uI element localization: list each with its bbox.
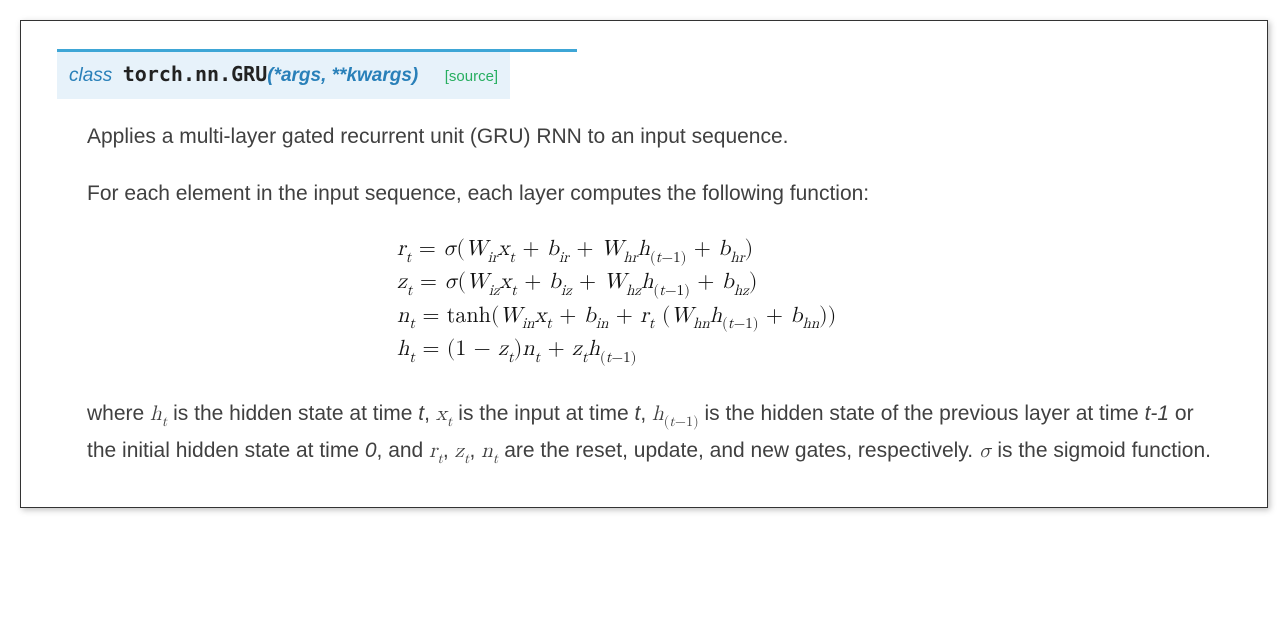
var-nt: nt bbox=[481, 441, 498, 462]
class-keyword: class bbox=[69, 65, 112, 86]
equation-nt: nt = tanh(Winxt + bin + rt (Whnh(t−1) + … bbox=[87, 303, 1211, 332]
desc-txt8: , and bbox=[377, 439, 430, 462]
desc-comma2: , bbox=[469, 439, 481, 462]
desc-txt10: is the sigmoid function. bbox=[992, 439, 1211, 462]
equation-block: rt = σ(Wirxt + bir + Whrh(t−1) + bhr) zt… bbox=[87, 236, 1211, 366]
time-tminus1: t-1 bbox=[1145, 402, 1170, 425]
desc-txt6: is the hidden state of the previous laye… bbox=[699, 402, 1145, 425]
qualified-name: torch.nn.GRU bbox=[123, 62, 268, 86]
var-ht: ht bbox=[150, 404, 167, 425]
intro-paragraph: Applies a multi-layer gated recurrent un… bbox=[87, 121, 1211, 154]
desc-txt4: is the input at time bbox=[452, 402, 634, 425]
equation-zt: zt = σ(Wizxt + biz + Whzh(t−1) + bhz) bbox=[87, 269, 1211, 298]
var-xt: xt bbox=[436, 404, 453, 425]
lead-paragraph: For each element in the input sequence, … bbox=[87, 178, 1211, 211]
time-zero: 0 bbox=[365, 439, 377, 462]
desc-comma1: , bbox=[443, 439, 455, 462]
source-link[interactable]: [source] bbox=[445, 68, 498, 85]
equation-ht: ht = (1 − zt)nt + zth(t−1) bbox=[87, 336, 1211, 365]
desc-txt9: are the reset, update, and new gates, re… bbox=[498, 439, 979, 462]
doc-body: Applies a multi-layer gated recurrent un… bbox=[57, 121, 1231, 471]
var-rt: rt bbox=[429, 441, 443, 462]
class-signature: class torch.nn.GRU(*args, **kwargs) [sou… bbox=[57, 52, 510, 99]
desc-txt3: , bbox=[424, 402, 436, 425]
description-paragraph: where ht is the hidden state at time t, … bbox=[87, 396, 1211, 471]
desc-txt5: , bbox=[640, 402, 652, 425]
desc-txt2: is the hidden state at time bbox=[167, 402, 418, 425]
equation-rt: rt = σ(Wirxt + bir + Whrh(t−1) + bhr) bbox=[87, 236, 1211, 265]
var-sigma: σ bbox=[979, 441, 992, 462]
var-htm1: h(t−1) bbox=[652, 404, 699, 425]
signature-params: (*args, **kwargs) bbox=[267, 65, 418, 86]
desc-txt1: where bbox=[87, 402, 150, 425]
doc-card: class torch.nn.GRU(*args, **kwargs) [sou… bbox=[20, 20, 1268, 508]
var-zt: zt bbox=[455, 441, 470, 462]
